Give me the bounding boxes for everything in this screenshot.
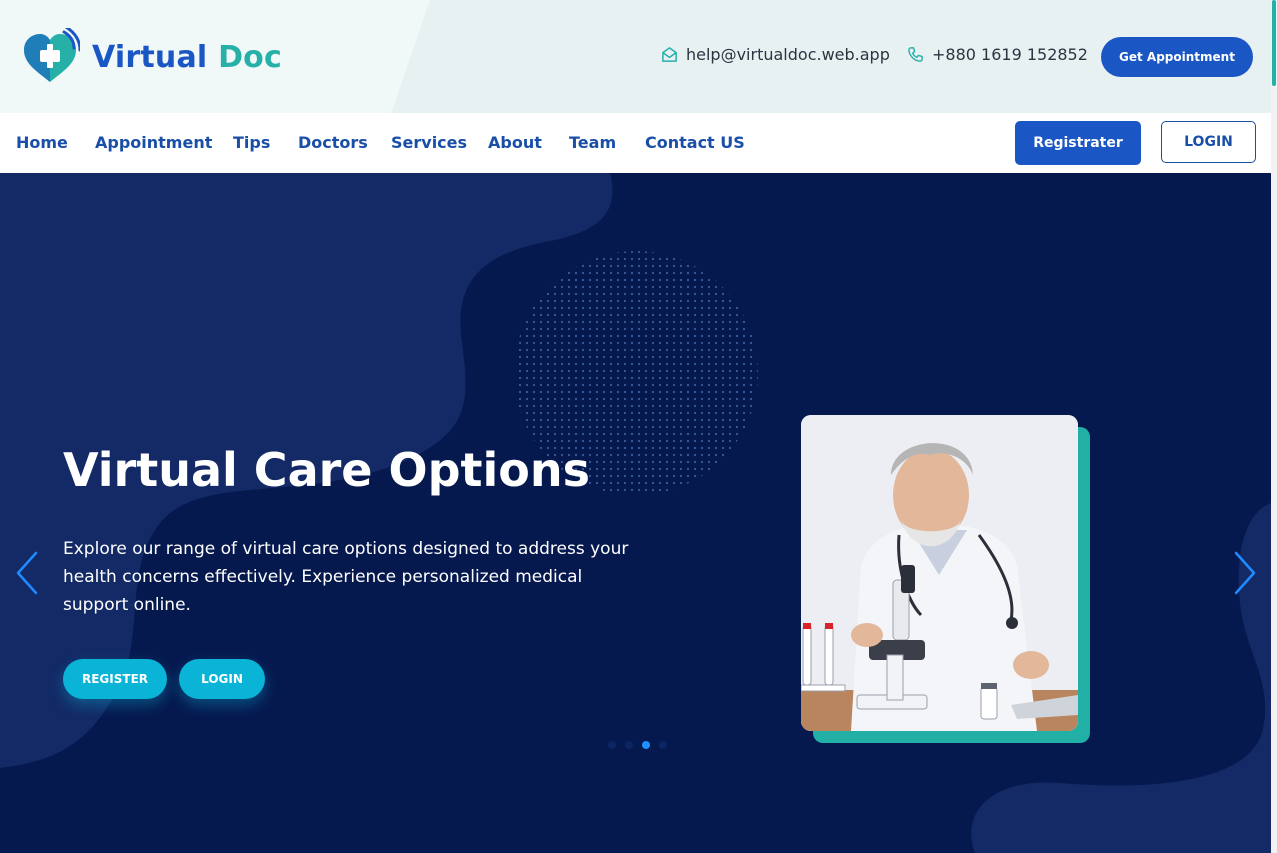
phone-icon — [908, 47, 923, 62]
nav-item-home[interactable]: Home — [16, 133, 68, 152]
scrollbar-thumb[interactable] — [1272, 0, 1276, 86]
nav-item-doctors[interactable]: Doctors — [298, 133, 368, 152]
nav-item-team[interactable]: Team — [569, 133, 616, 152]
get-appointment-button[interactable]: Get Appointment — [1101, 37, 1253, 77]
hero-login-button[interactable]: LOGIN — [179, 659, 265, 699]
nav-item-tips[interactable]: Tips — [233, 133, 270, 152]
heart-logo-icon — [24, 28, 80, 82]
nav-item-about[interactable]: About — [488, 133, 542, 152]
contact-email-text: help@virtualdoc.web.app — [686, 45, 890, 64]
contact-email[interactable]: help@virtualdoc.web.app — [661, 45, 890, 64]
hero-slider: Virtual Care Options Explore our range o… — [0, 173, 1271, 853]
login-button[interactable]: LOGIN — [1161, 121, 1256, 163]
contact-phone-text: +880 1619 152852 — [932, 45, 1088, 64]
slider-dot-3[interactable] — [642, 741, 650, 749]
slider-dot-1[interactable] — [608, 741, 616, 749]
nav-item-contact-us[interactable]: Contact US — [645, 133, 745, 152]
register-button[interactable]: Registrater — [1015, 121, 1141, 165]
slider-prev-arrow-icon[interactable] — [12, 549, 42, 597]
slider-dot-4[interactable] — [659, 741, 667, 749]
hero-description: Explore our range of virtual care option… — [63, 539, 629, 615]
nav-item-services[interactable]: Services — [391, 133, 467, 152]
doctor-microscope-image — [801, 415, 1078, 731]
top-header: Virtual Doc help@virtualdoc.web.app +880… — [0, 0, 1271, 113]
brand-logo[interactable]: Virtual Doc — [20, 28, 282, 86]
slider-next-arrow-icon[interactable] — [1230, 549, 1260, 597]
doctor-illustration — [801, 415, 1078, 731]
hero-title: Virtual Care Options — [63, 443, 591, 497]
slider-dot-2[interactable] — [625, 741, 633, 749]
brand-name: Virtual Doc — [92, 40, 282, 75]
hero-register-button[interactable]: REGISTER — [63, 659, 167, 699]
brand-name-part2: Doc — [218, 39, 282, 75]
brand-name-part1: Virtual — [92, 39, 208, 75]
contact-phone[interactable]: +880 1619 152852 — [907, 45, 1088, 64]
nav-item-appointment[interactable]: Appointment — [95, 133, 212, 152]
slider-pagination — [608, 741, 667, 749]
scrollbar[interactable] — [1271, 0, 1277, 853]
envelope-icon — [662, 47, 677, 62]
